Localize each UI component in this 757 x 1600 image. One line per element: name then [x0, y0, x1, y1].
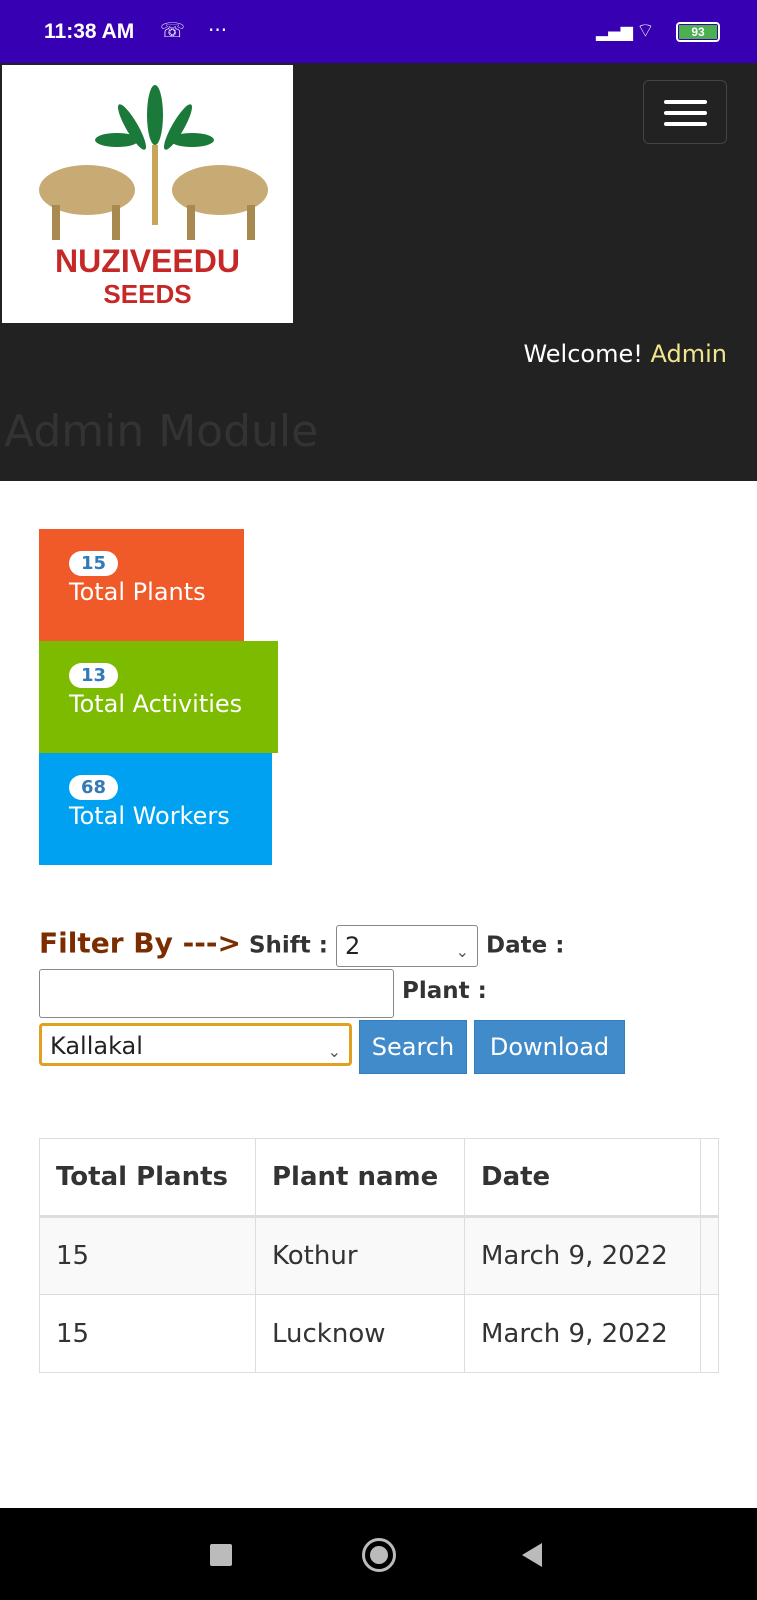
shift-value: 2: [344, 932, 361, 960]
status-bar: 11:38 AM ☏ ··· ▂▄▆ ⌔ 93: [0, 0, 757, 63]
count-badge: 13: [69, 663, 119, 688]
column-header: Date: [464, 1138, 701, 1218]
cell: 15: [39, 1216, 256, 1295]
welcome-message: Welcome! Admin: [523, 340, 727, 368]
cell: [700, 1294, 719, 1373]
clock: 11:38 AM: [44, 20, 135, 43]
shift-label: Shift :: [248, 932, 328, 959]
table-header-row: Total Plants Plant name Date: [39, 1138, 719, 1218]
cell: March 9, 2022: [464, 1294, 701, 1373]
back-button[interactable]: [522, 1543, 542, 1567]
cell: March 9, 2022: [464, 1216, 701, 1295]
logo-tree-cattle-icon: [39, 85, 268, 240]
android-nav-bar: [0, 1508, 757, 1600]
card-label: Total Activities: [69, 690, 243, 718]
nuziveedu-logo[interactable]: NUZIVEEDU SEEDS: [2, 65, 293, 323]
home-icon: [370, 1546, 388, 1564]
count-badge: 15: [69, 551, 119, 576]
signal-icon: ▂▄▆: [596, 22, 633, 41]
date-input[interactable]: [39, 969, 394, 1018]
more-notifications-icon: ···: [208, 18, 228, 42]
chevron-down-icon: ⌄: [327, 1042, 341, 1061]
page-title: Admin Module: [4, 406, 319, 457]
column-header: Total Plants: [39, 1138, 256, 1218]
hamburger-line: [664, 111, 707, 115]
chevron-down-icon: ⌄: [455, 942, 469, 961]
home-button[interactable]: [362, 1538, 396, 1572]
download-button[interactable]: Download: [474, 1020, 625, 1074]
cell: Lucknow: [255, 1294, 465, 1373]
table-row: 15 Lucknow March 9, 2022: [39, 1294, 719, 1373]
plant-label: Plant :: [402, 978, 487, 1004]
plants-table: Total Plants Plant name Date 15 Kothur M…: [39, 1138, 719, 1373]
battery-icon: 93: [676, 22, 720, 42]
hamburger-icon: [664, 100, 707, 104]
plant-select[interactable]: Kallakal ⌄: [39, 1023, 352, 1066]
cell: [700, 1216, 719, 1295]
card-label: Total Workers: [69, 802, 230, 830]
column-header: Plant name: [255, 1138, 465, 1218]
welcome-text: Welcome!: [523, 340, 643, 368]
menu-toggle-button[interactable]: [643, 80, 727, 144]
hamburger-line: [664, 122, 707, 126]
wifi-icon: ⌔: [636, 18, 655, 42]
recents-button[interactable]: [210, 1544, 232, 1566]
total-workers-card[interactable]: 68 Total Workers: [39, 753, 272, 865]
plant-value: Kallakal: [50, 1032, 143, 1060]
shift-select[interactable]: 2 ⌄: [335, 925, 478, 967]
user-name-link[interactable]: Admin: [651, 340, 728, 368]
total-activities-card[interactable]: 13 Total Activities: [39, 641, 278, 753]
date-label: Date :: [486, 932, 565, 959]
search-button[interactable]: Search: [359, 1020, 467, 1074]
count-badge: 68: [69, 775, 119, 800]
total-plants-card[interactable]: 15 Total Plants: [39, 529, 244, 641]
filter-form: Filter By ---> Shift : 2 ⌄ Date :: [39, 925, 739, 967]
site-header: NUZIVEEDU SEEDS Welcome! Admin Admin Mod…: [0, 63, 757, 481]
cell: Kothur: [255, 1216, 465, 1295]
column-header: [700, 1138, 719, 1218]
missed-call-icon: ☏: [160, 18, 186, 42]
filter-title: Filter By --->: [39, 926, 241, 960]
table-row: 15 Kothur March 9, 2022: [39, 1216, 719, 1295]
cell: 15: [39, 1294, 256, 1373]
card-label: Total Plants: [69, 578, 206, 606]
